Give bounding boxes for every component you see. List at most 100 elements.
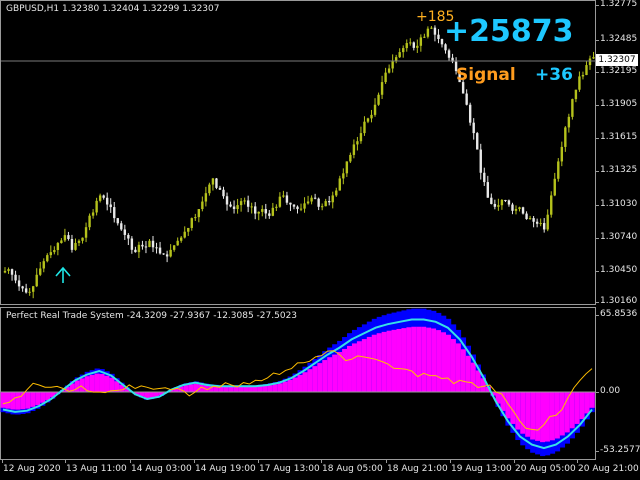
bull-candle (257, 211, 260, 214)
histogram-bar-magenta (356, 341, 363, 392)
bear-candle (490, 197, 493, 204)
bull-candle (405, 43, 408, 49)
bull-candle (518, 207, 521, 210)
bull-candle (571, 99, 574, 117)
bear-candle (525, 213, 528, 220)
bull-candle (53, 250, 56, 253)
histogram-bar-magenta (277, 383, 283, 392)
time-tick-mark (194, 460, 195, 463)
bear-candle (254, 206, 257, 214)
bull-candle (500, 199, 504, 206)
bull-candle (423, 36, 426, 38)
bull-candle (430, 27, 433, 29)
bull-candle (56, 243, 60, 251)
bear-candle (535, 221, 539, 224)
histogram-bar-magenta (99, 374, 105, 392)
histogram-bar-magenta (401, 328, 407, 392)
bear-candle (130, 238, 134, 250)
bear-candle (507, 200, 511, 205)
bull-candle (250, 206, 253, 208)
bear-candle (113, 207, 116, 219)
bull-candle (190, 218, 193, 228)
price-tick-mark (596, 138, 599, 139)
bull-candle (585, 65, 588, 76)
bull-candle (176, 240, 179, 246)
bear-candle (222, 189, 225, 197)
histogram-bar-magenta (441, 332, 447, 392)
bear-candle (144, 246, 148, 248)
price-tick-label: 1.30740 (600, 232, 638, 242)
time-tick-mark (577, 460, 578, 463)
bear-candle (479, 149, 482, 173)
histogram-bar-magenta (104, 375, 110, 392)
bull-candle (352, 144, 356, 155)
histogram-bar-magenta (79, 378, 85, 392)
time-tick-label: 20 Aug 21:00 (578, 464, 639, 474)
bear-candle (264, 209, 267, 214)
price-tick-label: 1.32195 (600, 66, 638, 76)
histogram-bar-magenta (0, 392, 6, 408)
price-tick-mark (596, 105, 599, 106)
bull-candle (211, 178, 215, 185)
time-tick-mark (514, 460, 515, 463)
bull-candle (31, 286, 35, 292)
bull-candle (84, 227, 88, 238)
bear-candle (109, 204, 112, 208)
bull-candle (28, 291, 31, 293)
bear-candle (511, 204, 514, 211)
bull-candle (356, 141, 359, 145)
bull-candle (243, 200, 246, 202)
bear-candle (476, 133, 479, 150)
bull-candle (148, 240, 151, 248)
bull-candle (574, 89, 578, 100)
bull-candle (7, 269, 10, 271)
histogram-bar-magenta (252, 386, 259, 392)
bull-candle (91, 212, 95, 216)
histogram-bar-magenta (243, 386, 249, 392)
bull-candle (402, 48, 405, 53)
bull-candle (497, 205, 500, 207)
bear-candle (141, 244, 144, 247)
histogram-bar-magenta (233, 386, 239, 392)
histogram-bar-magenta (337, 352, 343, 392)
time-tick-label: 14 Aug 19:00 (195, 464, 256, 474)
bear-candle (120, 223, 123, 230)
time-tick-label: 13 Aug 11:00 (66, 464, 127, 474)
bear-candle (155, 247, 158, 249)
bull-candle (88, 215, 91, 228)
bear-candle (67, 235, 70, 240)
bear-candle (21, 286, 24, 289)
histogram-bar-magenta (228, 386, 234, 392)
histogram-bar-magenta (579, 392, 585, 420)
time-tick-label: 20 Aug 05:00 (515, 464, 576, 474)
bull-candle (60, 240, 63, 244)
indicator-tick-mark (596, 315, 599, 316)
bull-candle (98, 195, 102, 201)
price-tick-mark (596, 40, 599, 41)
bear-candle (465, 93, 468, 105)
bull-candle (391, 60, 394, 69)
bear-candle (218, 187, 222, 190)
time-tick-mark (258, 460, 259, 463)
bull-candle (588, 58, 592, 66)
bear-candle (158, 247, 162, 254)
bear-candle (151, 240, 155, 248)
bull-candle (419, 37, 423, 46)
histogram-bar-magenta (530, 392, 536, 440)
bull-candle (77, 240, 81, 243)
bear-candle (437, 34, 440, 40)
bull-candle (320, 206, 324, 208)
bear-candle (472, 122, 475, 134)
bear-candle (285, 195, 289, 203)
bull-candle (345, 161, 349, 174)
histogram-bar-magenta (94, 373, 100, 392)
bull-candle (306, 201, 310, 204)
time-tick-label: 18 Aug 21:00 (387, 464, 448, 474)
time-tick-label: 18 Aug 05:00 (322, 464, 383, 474)
price-tick-label: 1.30450 (600, 265, 638, 275)
bear-candle (105, 197, 109, 205)
bear-candle (532, 218, 535, 222)
histogram-bar-magenta (465, 355, 472, 392)
bear-candle (268, 213, 271, 216)
bull-candle (557, 161, 560, 179)
